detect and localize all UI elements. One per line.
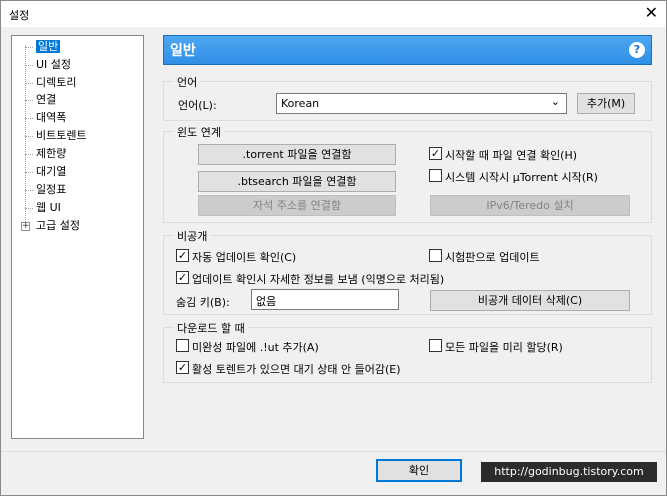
windows-integration-group: 윈도 연계 .torrent 파일을 연결함 .btsearch 파일을 연결함…: [163, 124, 652, 223]
beta-update-checkbox[interactable]: [429, 249, 442, 262]
sidebar-item-scheduler[interactable]: 일정표: [36, 182, 66, 198]
tree-connector: [25, 190, 33, 191]
sidebar-item-ui-settings[interactable]: UI 설정: [36, 57, 71, 73]
sidebar-item-label: 비트토렌트: [36, 129, 87, 142]
sidebar-item-directories[interactable]: 디렉토리: [36, 75, 76, 91]
sidebar-item-label: 대역폭: [36, 111, 67, 124]
auto-update-checkbox[interactable]: ✓: [176, 249, 189, 262]
title-bar: 설정 ✕: [1, 1, 666, 27]
settings-window: 설정 ✕ 일반 UI 설정 디렉토리 연결 대역폭 비트토렌트 제한량 대기열 …: [0, 0, 667, 496]
tree-connector: [25, 208, 33, 209]
sidebar-item-web-ui[interactable]: 웹 UI: [36, 200, 61, 216]
privacy-group: 비공개 ✓ 자동 업데이트 확인(C) 시험판으로 업데이트 ✓ 업데이트 확인…: [163, 228, 652, 315]
language-label: 언어(L):: [178, 99, 217, 112]
language-select[interactable]: Korean ⌄: [276, 93, 567, 114]
sidebar-item-bittorrent[interactable]: 비트토렌트: [36, 128, 87, 144]
window-title: 설정: [9, 9, 30, 22]
group-title: 언어: [174, 74, 201, 90]
append-ut-checkbox[interactable]: [176, 339, 189, 352]
tree-connector: [25, 83, 33, 84]
sidebar-item-label: 대기열: [36, 165, 67, 178]
expand-icon[interactable]: +: [21, 222, 30, 231]
ok-button[interactable]: 확인: [376, 459, 462, 482]
send-info-label: 업데이트 확인시 자세한 정보를 보냄 (익명으로 처리됨): [192, 273, 445, 286]
sidebar-item-transfer-cap[interactable]: 제한량: [36, 146, 66, 162]
tree-connector: [25, 65, 33, 66]
page-title: 일반: [170, 43, 196, 59]
sidebar-item-general[interactable]: 일반: [36, 39, 61, 55]
tree-connector: [25, 47, 33, 48]
boss-key-label: 숨김 키(B):: [176, 296, 230, 309]
ipv6-teredo-button[interactable]: IPv6/Teredo 설치: [430, 195, 630, 216]
close-icon[interactable]: ✕: [645, 4, 658, 22]
prevent-standby-checkbox[interactable]: ✓: [176, 361, 189, 374]
prevent-standby-label: 활성 토렌트가 있으면 대기 상태 안 들어감(E): [192, 363, 401, 376]
sidebar-item-bandwidth[interactable]: 대역폭: [36, 110, 66, 126]
send-info-checkbox[interactable]: ✓: [176, 271, 189, 284]
group-title: 비공개: [174, 228, 211, 244]
associate-btsearch-button[interactable]: .btsearch 파일을 연결함: [198, 171, 396, 192]
language-group: 언어 언어(L): Korean ⌄ 추가(M): [163, 74, 652, 121]
sidebar-item-label: 연결: [36, 93, 57, 106]
language-value: Korean: [281, 97, 320, 110]
associate-torrent-button[interactable]: .torrent 파일을 연결함: [198, 144, 396, 165]
help-icon[interactable]: ?: [629, 42, 645, 58]
add-language-button[interactable]: 추가(M): [577, 93, 635, 114]
watermark-text: http://godinbug.tistory.com: [481, 462, 657, 482]
check-on-start-checkbox[interactable]: ✓: [429, 147, 442, 160]
associate-magnet-button[interactable]: 자석 주소를 연결함: [198, 195, 396, 216]
boss-key-field[interactable]: 없음: [251, 289, 399, 310]
chevron-down-icon: ⌄: [550, 95, 560, 108]
tree-connector: [25, 136, 33, 137]
check-on-start-label: 시작할 때 파일 연결 확인(H): [445, 149, 578, 162]
sidebar-item-label: 웹 UI: [36, 201, 61, 214]
start-on-boot-checkbox[interactable]: [429, 169, 442, 182]
prealloc-checkbox[interactable]: [429, 339, 442, 352]
settings-tree: 일반 UI 설정 디렉토리 연결 대역폭 비트토렌트 제한량 대기열 일정표 웹…: [11, 35, 144, 439]
sidebar-item-label: 고급 설정: [36, 219, 80, 232]
sidebar-item-label: 제한량: [36, 147, 67, 160]
tree-connector: [25, 154, 33, 155]
sidebar-item-queueing[interactable]: 대기열: [36, 164, 66, 180]
sidebar-item-label: 디렉토리: [36, 76, 77, 89]
download-group: 다운로드 할 때 미완성 파일에 .!ut 추가(A) 모든 파일을 미리 할당…: [163, 320, 652, 383]
prealloc-label: 모든 파일을 미리 할당(R): [445, 341, 563, 354]
group-title: 다운로드 할 때: [174, 320, 248, 336]
auto-update-label: 자동 업데이트 확인(C): [192, 251, 297, 264]
beta-update-label: 시험판으로 업데이트: [445, 251, 540, 264]
sidebar-item-label: 일정표: [36, 183, 67, 196]
append-ut-label: 미완성 파일에 .!ut 추가(A): [192, 341, 319, 354]
sidebar-item-label: UI 설정: [36, 58, 72, 71]
sidebar-item-advanced[interactable]: 고급 설정: [36, 218, 80, 234]
tree-connector: [25, 100, 33, 101]
group-title: 윈도 연계: [174, 124, 224, 140]
delete-private-data-button[interactable]: 비공개 데이터 삭제(C): [430, 290, 630, 311]
start-on-boot-label: 시스템 시작시 µTorrent 시작(R): [445, 171, 598, 184]
sidebar-item-label: 일반: [36, 40, 61, 53]
tree-connector: [25, 172, 33, 173]
sidebar-item-connection[interactable]: 연결: [36, 92, 56, 108]
tree-connector: [25, 118, 33, 119]
page-header: 일반 ?: [163, 35, 652, 65]
